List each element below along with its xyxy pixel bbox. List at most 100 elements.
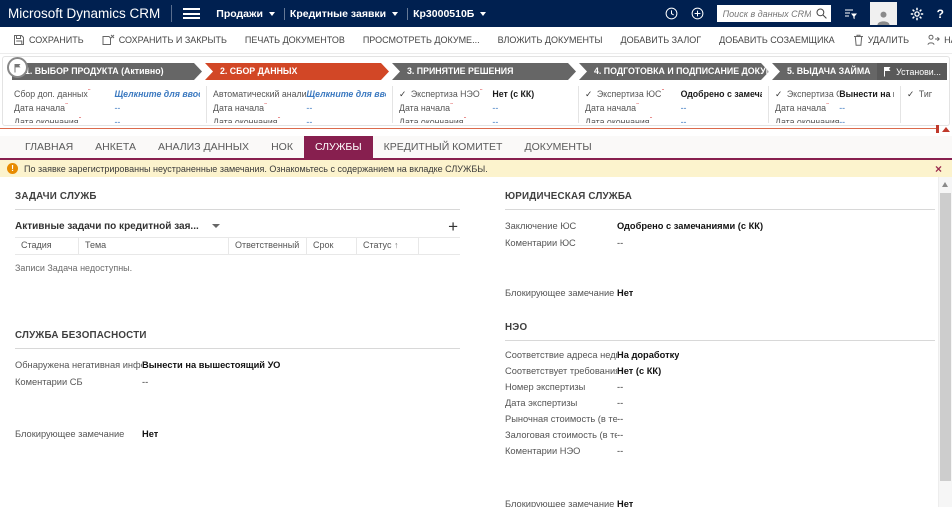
field-value[interactable]: -- bbox=[617, 382, 623, 392]
tasks-view-selector[interactable]: Активные задачи по кредитной зая... bbox=[15, 221, 199, 232]
breadcrumb-entity[interactable]: Кредитные заявки bbox=[290, 8, 386, 20]
checkmark-icon: ✓ bbox=[585, 89, 595, 99]
stage-field-label: Дата окончания* bbox=[213, 117, 306, 123]
view-documents-button[interactable]: ПРОСМОТРЕТЬ ДОКУМЕ... bbox=[354, 27, 489, 53]
stage-field-label: Дата окончания* bbox=[585, 117, 681, 123]
stage-field-value[interactable]: -- bbox=[306, 103, 386, 113]
recent-items-icon[interactable] bbox=[665, 7, 678, 20]
stage-field-value[interactable]: -- bbox=[114, 103, 200, 113]
field-value[interactable]: -- bbox=[617, 398, 623, 408]
save-and-close-button[interactable]: СОХРАНИТЬ И ЗАКРЫТЬ bbox=[93, 27, 236, 53]
stage-field-label: Автоматический анализ* bbox=[213, 89, 306, 99]
stage-field-value[interactable]: -- bbox=[114, 117, 200, 123]
required-asterisk: * bbox=[826, 103, 829, 109]
stage-field-value[interactable]: Вынести на вышестоящий УО bbox=[839, 89, 894, 99]
stage-field-value[interactable]: -- bbox=[681, 103, 762, 113]
process-stage-4[interactable]: 4. ПОДГОТОВКА И ПОДПИСАНИЕ ДОКУМЕНТОВ bbox=[579, 63, 769, 80]
field-value[interactable]: -- bbox=[617, 430, 623, 440]
field-label: Коментарии НЭО bbox=[505, 446, 617, 456]
field-value[interactable]: Вынести на вышестоящий УО bbox=[142, 360, 280, 370]
process-stage-3[interactable]: 3. ПРИНЯТИЕ РЕШЕНИЯ bbox=[392, 63, 576, 80]
chevron-down-icon[interactable] bbox=[392, 12, 398, 16]
tab-documents[interactable]: ДОКУМЕНТЫ bbox=[513, 136, 602, 158]
command-label: ПРОСМОТРЕТЬ ДОКУМЕ... bbox=[363, 35, 480, 45]
grid-column-1[interactable]: Стадия bbox=[15, 238, 79, 254]
vertical-scrollbar[interactable] bbox=[938, 177, 952, 507]
tab-services[interactable]: СЛУЖБЫ bbox=[304, 136, 373, 158]
notification-close-icon[interactable]: × bbox=[935, 163, 945, 175]
assign-button[interactable]: НАЗНАЧИТЬ bbox=[918, 27, 952, 53]
flag-icon bbox=[883, 66, 892, 77]
chevron-down-icon[interactable] bbox=[212, 224, 220, 228]
stage-field-value[interactable]: Нет (с КК) bbox=[492, 89, 572, 99]
stage-field-value[interactable]: -- bbox=[839, 103, 894, 113]
field-value[interactable]: Нет (с КК) bbox=[617, 366, 661, 376]
required-asterisk: * bbox=[65, 103, 68, 109]
help-button[interactable]: ? bbox=[937, 7, 944, 21]
scrollbar-thumb[interactable] bbox=[940, 193, 951, 481]
save-button[interactable]: СОХРАНИТЬ bbox=[4, 27, 93, 53]
grid-column-2[interactable]: Тема bbox=[79, 238, 229, 254]
tab-credit-committee[interactable]: КРЕДИТНЫЙ КОМИТЕТ bbox=[373, 136, 514, 158]
field-value[interactable]: -- bbox=[617, 414, 623, 424]
chevron-down-icon[interactable] bbox=[480, 12, 486, 16]
field-value[interactable]: -- bbox=[617, 238, 623, 248]
field-value[interactable]: -- bbox=[617, 446, 623, 456]
stage-field-value[interactable]: -- bbox=[839, 117, 894, 123]
tab-questionnaire[interactable]: АНКЕТА bbox=[84, 136, 147, 158]
field-value[interactable]: Нет bbox=[617, 288, 633, 298]
tab-data-analysis[interactable]: АНАЛИЗ ДАННЫХ bbox=[147, 136, 260, 158]
tab-main[interactable]: ГЛАВНАЯ bbox=[14, 136, 84, 158]
grid-column-3[interactable]: Ответственный bbox=[229, 238, 307, 254]
top-nav-bar: Microsoft Dynamics CRM Продажи Кредитные… bbox=[0, 0, 952, 27]
attach-documents-button[interactable]: ВЛОЖИТЬ ДОКУМЕНТЫ bbox=[489, 27, 612, 53]
add-task-button[interactable]: + bbox=[448, 218, 460, 235]
settings-gear-icon[interactable] bbox=[910, 7, 924, 21]
required-asterisk: * bbox=[79, 117, 82, 123]
app-brand: Microsoft Dynamics CRM bbox=[8, 6, 160, 21]
hamburger-menu-icon[interactable] bbox=[183, 8, 200, 19]
advanced-find-icon[interactable] bbox=[844, 8, 857, 20]
tab-nok[interactable]: НОК bbox=[260, 136, 304, 158]
stage-field-label: Дата окончания* bbox=[775, 117, 839, 123]
set-stage-button[interactable]: Установи... bbox=[877, 63, 947, 80]
stage-field-value[interactable]: Щелкните для ввода bbox=[114, 89, 200, 99]
print-documents-button[interactable]: ПЕЧАТЬ ДОКУМЕНТОВ bbox=[236, 27, 354, 53]
stage-field-value[interactable]: -- bbox=[306, 117, 386, 123]
grid-column-4[interactable]: Срок bbox=[307, 238, 357, 254]
add-coborrower-button[interactable]: ДОБАВИТЬ СОЗАЕМЩИКА bbox=[710, 27, 844, 53]
field-label: Заключение ЮС bbox=[505, 221, 617, 231]
stage-field-value[interactable]: -- bbox=[681, 117, 762, 123]
process-collapse-icon[interactable] bbox=[942, 127, 950, 132]
process-stage-1[interactable]: 1. ВЫБОР ПРОДУКТА (Активно) bbox=[12, 63, 202, 80]
field-value[interactable]: На доработку bbox=[617, 350, 679, 360]
chevron-down-icon[interactable] bbox=[269, 12, 275, 16]
process-stage-2[interactable]: 2. СБОР ДАННЫХ bbox=[205, 63, 389, 80]
delete-button[interactable]: УДАЛИТЬ bbox=[844, 27, 918, 53]
stage-field-value[interactable]: -- bbox=[492, 103, 572, 113]
add-collateral-button[interactable]: ДОБАВИТЬ ЗАЛОГ bbox=[612, 27, 711, 53]
stage-field-value[interactable]: Щелкните для ввода bbox=[306, 89, 386, 99]
user-avatar[interactable] bbox=[870, 2, 897, 25]
quick-create-icon[interactable] bbox=[691, 7, 704, 20]
field-value[interactable]: Одобрено с замечаниями (с КК) bbox=[617, 221, 763, 231]
legal-fields: Заключение ЮСОдобрено с замечаниями (с К… bbox=[505, 217, 935, 251]
breadcrumb-area[interactable]: Продажи bbox=[216, 8, 263, 20]
grid-column-5[interactable]: Статус ↑ bbox=[357, 238, 419, 254]
stage-field-label: ✓ Экспертиза НЭО* bbox=[399, 89, 492, 100]
search-input[interactable] bbox=[721, 8, 813, 20]
field-value[interactable]: Нет bbox=[142, 429, 158, 439]
field-value[interactable]: -- bbox=[142, 377, 148, 387]
flag-icon bbox=[13, 63, 22, 73]
scroll-up-icon[interactable] bbox=[942, 182, 948, 187]
field-value[interactable]: Нет bbox=[617, 499, 633, 507]
stage-field-value[interactable]: Одобрено с замечаниями (с КК) bbox=[681, 89, 762, 99]
stage-fields-col-3: ✓ Экспертиза НЭО*Нет (с КК)Дата начала*-… bbox=[392, 86, 578, 123]
search-icon[interactable] bbox=[816, 8, 827, 19]
breadcrumb-record[interactable]: Кр3000510Б bbox=[413, 8, 474, 20]
stage-field-label: Сбор доп. данных* bbox=[14, 89, 114, 99]
field-label: Залоговая стоимость (в тенге) bbox=[505, 430, 617, 440]
stage-field-value[interactable]: -- bbox=[492, 117, 572, 123]
field-label: Блокирующее замечание bbox=[15, 429, 142, 439]
warning-icon: ! bbox=[7, 163, 18, 174]
